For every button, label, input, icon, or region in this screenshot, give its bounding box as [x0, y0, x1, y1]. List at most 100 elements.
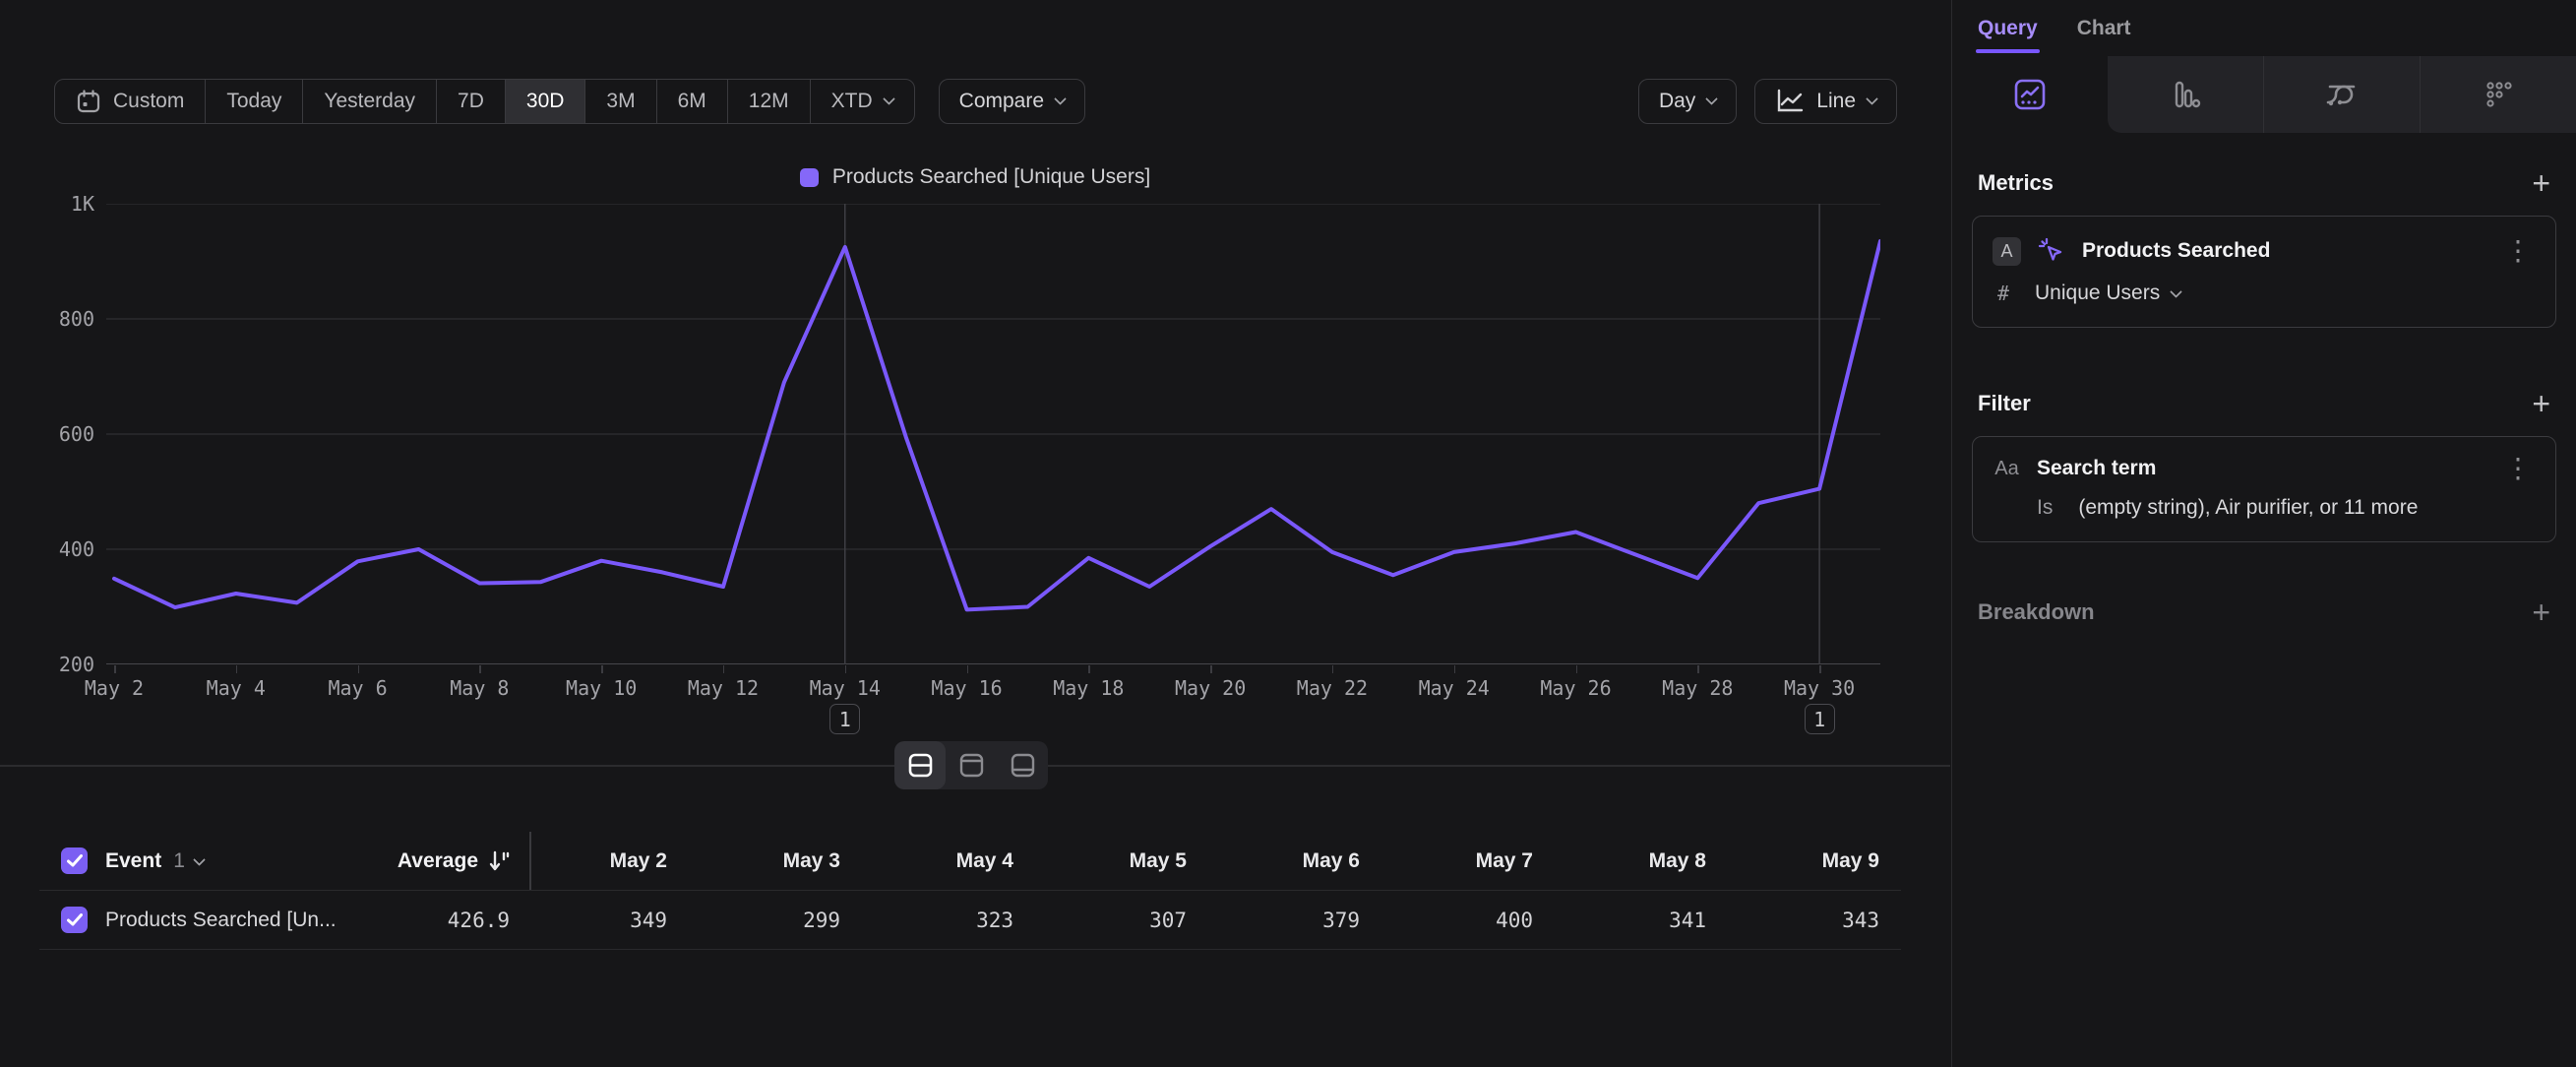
- add-filter-button[interactable]: +: [2532, 394, 2550, 413]
- x-axis-tick-label: May 12: [664, 676, 782, 700]
- filter-value[interactable]: (empty string), Air purifier, or 11 more: [2078, 496, 2418, 520]
- bar-chart-icon: [2168, 77, 2203, 112]
- chevron-down-icon: [193, 853, 206, 866]
- event-column-dropdown[interactable]: Event 1: [105, 849, 204, 873]
- date-cell-value: 349: [510, 909, 667, 932]
- date-range-label: Custom: [113, 90, 184, 113]
- y-axis-tick-label: 1K: [30, 192, 94, 216]
- add-metric-button[interactable]: +: [2532, 173, 2550, 193]
- add-breakdown-button[interactable]: +: [2532, 602, 2550, 622]
- compare-label: Compare: [959, 90, 1044, 113]
- x-axis-tick: [1332, 665, 1334, 673]
- chart-area: May 2May 4May 6May 8May 10May 12May 14Ma…: [106, 204, 1880, 755]
- chart-toolbar: Custom Today Yesterday 7D 30D 3M 6M12MXTD Comp…: [54, 79, 1897, 124]
- date-range-6m[interactable]: 6M: [656, 80, 727, 123]
- compare-button[interactable]: Compare: [939, 79, 1085, 124]
- x-axis-tick-label: May 14: [786, 676, 904, 700]
- measure-dropdown[interactable]: Unique Users: [2035, 282, 2180, 305]
- split-view-icon: [907, 752, 934, 779]
- date-column-header: May 2: [510, 849, 667, 873]
- flows-icon: [2323, 77, 2361, 112]
- row-series-label: Products Searched [Un...: [105, 909, 337, 932]
- date-range-30d[interactable]: 30D: [505, 80, 585, 123]
- metric-name: Products Searched: [2082, 239, 2484, 263]
- view-tab-flows[interactable]: [2263, 56, 2420, 133]
- metric-options-kebab[interactable]: ⋮: [2500, 241, 2536, 261]
- x-axis-tick-label: May 28: [1638, 676, 1756, 700]
- x-axis-tick: [845, 665, 847, 673]
- date-range-today[interactable]: Today: [205, 80, 302, 123]
- x-axis-tick: [967, 665, 969, 673]
- view-tab-bars[interactable]: [2108, 56, 2263, 133]
- chart-type-button[interactable]: Line: [1754, 79, 1897, 124]
- tab-chart[interactable]: Chart: [2077, 0, 2131, 56]
- filter-operator[interactable]: Is: [2037, 496, 2053, 520]
- split-view-button[interactable]: [894, 741, 946, 789]
- date-cell-value: 323: [840, 909, 1013, 932]
- chart-plot[interactable]: [106, 204, 1880, 664]
- average-sort-header[interactable]: Average: [394, 849, 510, 873]
- date-cell-value: 379: [1187, 909, 1360, 932]
- date-range-custom[interactable]: Custom: [55, 80, 205, 123]
- filter-property-name: Search term: [2037, 457, 2484, 480]
- tab-query[interactable]: Query: [1978, 0, 2038, 56]
- table-column-divider: [529, 832, 531, 890]
- x-axis-tick-label: May 18: [1029, 676, 1147, 700]
- x-axis-tick-label: May 10: [542, 676, 660, 700]
- chart-type-label: Line: [1816, 90, 1856, 113]
- report-panel: Custom Today Yesterday 7D 30D 3M 6M12MXTD Comp…: [0, 0, 1950, 1067]
- y-axis-tick-label: 400: [30, 537, 94, 561]
- tab-chart-label: Chart: [2077, 17, 2131, 40]
- chevron-down-icon: [1054, 93, 1067, 105]
- view-tab-more[interactable]: [2420, 56, 2576, 133]
- table-row: Products Searched [Un... 426.9 349299323…: [39, 891, 1901, 950]
- metrics-heading: Metrics: [1978, 170, 2054, 196]
- line-chart-svg: [106, 204, 1880, 664]
- x-axis-tick-label: May 8: [420, 676, 538, 700]
- row-checkbox[interactable]: [61, 907, 88, 933]
- annotation-badge[interactable]: 1: [829, 704, 860, 734]
- average-column-label: Average: [398, 849, 478, 873]
- date-range-label: 30D: [526, 90, 565, 113]
- view-tab-insights[interactable]: [1952, 56, 2108, 133]
- x-axis-tick-label: May 20: [1151, 676, 1269, 700]
- chart-only-view-button[interactable]: [946, 741, 997, 789]
- date-range-3m[interactable]: 3M: [584, 80, 655, 123]
- filter-options-kebab[interactable]: ⋮: [2500, 459, 2536, 478]
- x-axis-tick: [1576, 665, 1578, 673]
- date-range-xtd[interactable]: XTD: [810, 80, 914, 123]
- date-range-label: Today: [226, 90, 281, 113]
- x-axis-tick-label: May 24: [1395, 676, 1513, 700]
- granularity-button[interactable]: Day: [1638, 79, 1737, 124]
- chart-legend[interactable]: Products Searched [Unique Users]: [0, 160, 1950, 194]
- date-range-label: 3M: [606, 90, 635, 113]
- legend-label: Products Searched [Unique Users]: [832, 165, 1150, 189]
- event-cursor-icon: [2037, 236, 2066, 266]
- chevron-down-icon: [883, 93, 895, 105]
- x-axis-tick: [1088, 665, 1090, 673]
- date-cell-value: 307: [1013, 909, 1187, 932]
- date-range-yesterday[interactable]: Yesterday: [302, 80, 436, 123]
- filter-card[interactable]: Aa Search term ⋮ Is (empty string), Air …: [1972, 436, 2556, 542]
- date-column-header: May 9: [1706, 849, 1879, 873]
- y-axis-tick-label: 600: [30, 422, 94, 446]
- date-range-12m[interactable]: 12M: [727, 80, 810, 123]
- string-property-icon: Aa: [1993, 458, 2021, 480]
- event-count: 1: [173, 849, 185, 873]
- measure-type-symbol: #: [1997, 282, 2017, 305]
- select-all-checkbox[interactable]: [61, 847, 88, 874]
- x-axis-tick: [236, 665, 238, 673]
- annotation-badge[interactable]: 1: [1805, 704, 1835, 734]
- results-table: Event 1 Average May 2May 3May 4May 5May …: [39, 832, 1901, 950]
- metric-card[interactable]: A Products Searched ⋮ # Unique Users: [1972, 216, 2556, 328]
- date-range-group: Custom Today Yesterday 7D 30D 3M 6M12MXTD: [54, 79, 915, 124]
- x-axis-tick-label: May 16: [908, 676, 1026, 700]
- legend-swatch: [800, 168, 819, 187]
- filter-section-header: Filter +: [1952, 391, 2576, 416]
- table-only-view-button[interactable]: [997, 741, 1048, 789]
- date-column-header: May 4: [840, 849, 1013, 873]
- date-range-label: 7D: [458, 90, 484, 113]
- date-range-7d[interactable]: 7D: [436, 80, 505, 123]
- metrics-section-header: Metrics +: [1952, 170, 2576, 196]
- date-range-label: Yesterday: [324, 90, 415, 113]
